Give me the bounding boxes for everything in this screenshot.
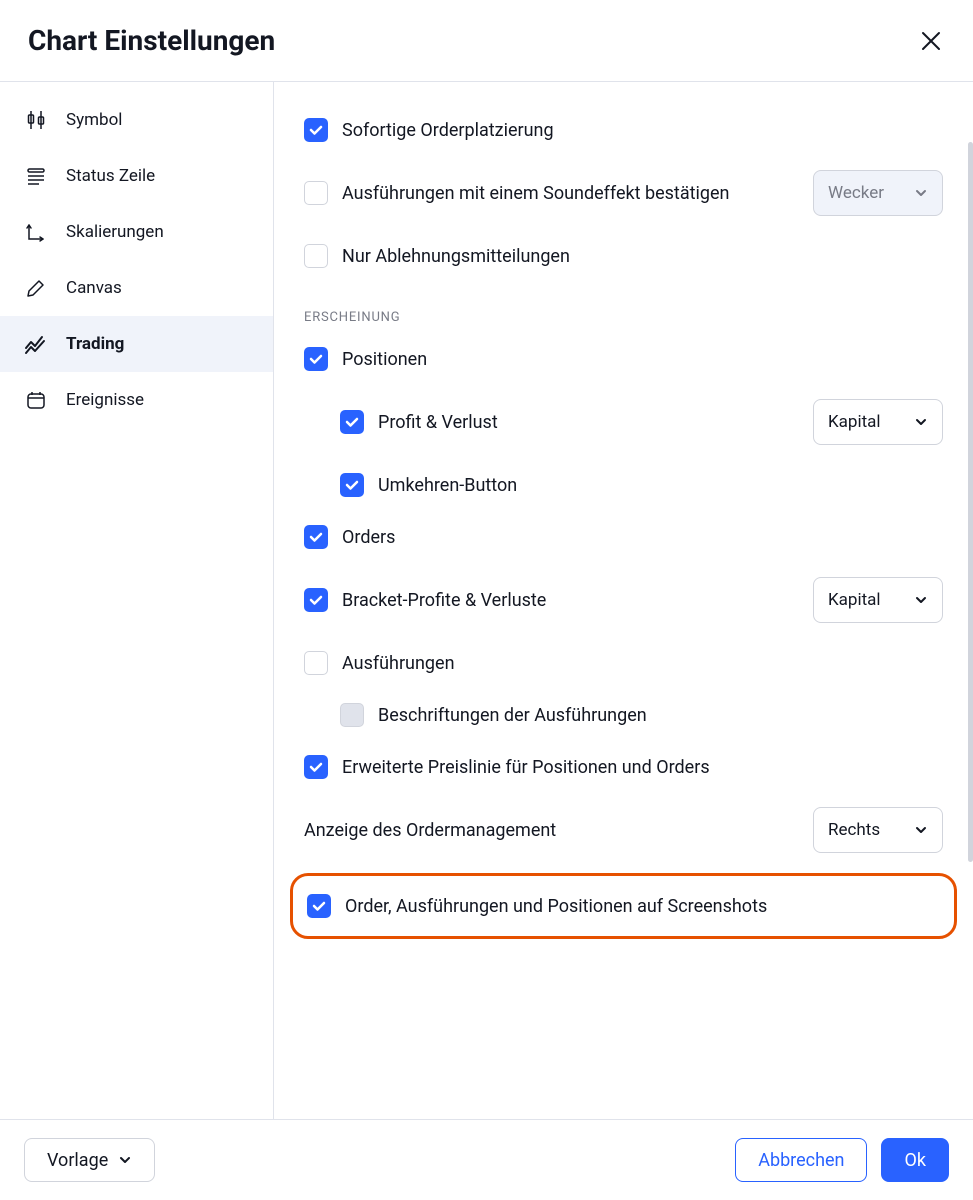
axes-icon <box>22 218 50 246</box>
close-button[interactable] <box>917 27 945 55</box>
lines-icon <box>22 162 50 190</box>
cancel-button[interactable]: Abbrechen <box>735 1138 867 1182</box>
close-icon <box>920 30 942 52</box>
chevron-down-icon <box>914 415 928 429</box>
label-executions: Ausführungen <box>342 653 455 674</box>
label-reverse-button: Umkehren-Button <box>378 475 517 496</box>
select-bracket[interactable]: Kapital <box>813 577 943 623</box>
pencil-icon <box>22 274 50 302</box>
checkbox-extended-priceline[interactable] <box>304 755 328 779</box>
ok-button[interactable]: Ok <box>881 1138 949 1182</box>
dialog-title: Chart Einstellungen <box>28 24 275 57</box>
label-orders-on-screenshots: Order, Ausführungen und Positionen auf S… <box>345 896 767 917</box>
chevron-down-icon <box>914 823 928 837</box>
sidebar-item-trading[interactable]: Trading <box>0 316 273 372</box>
checkbox-reverse-button[interactable] <box>340 473 364 497</box>
sidebar: Symbol Status Zeile Skalierungen <box>0 82 274 1119</box>
select-value: Rechts <box>828 820 880 840</box>
checkbox-positions[interactable] <box>304 347 328 371</box>
select-value: Kapital <box>828 412 881 432</box>
chevron-down-icon <box>118 1153 132 1167</box>
sidebar-item-label: Skalierungen <box>66 222 164 242</box>
checkbox-reject-only[interactable] <box>304 244 328 268</box>
template-label: Vorlage <box>47 1150 108 1171</box>
checkbox-execution-labels[interactable] <box>340 703 364 727</box>
select-value: Kapital <box>828 590 881 610</box>
label-order-management: Anzeige des Ordermanagement <box>304 820 556 841</box>
calendar-icon <box>22 386 50 414</box>
sidebar-item-status-line[interactable]: Status Zeile <box>0 148 273 204</box>
settings-panel: Sofortige Orderplatzierung Ausführungen … <box>274 82 973 1119</box>
highlighted-setting: Order, Ausführungen und Positionen auf S… <box>290 873 957 939</box>
label-instant-order: Sofortige Orderplatzierung <box>342 120 554 141</box>
label-reject-only: Nur Ablehnungsmitteilungen <box>342 246 570 267</box>
sidebar-item-events[interactable]: Ereignisse <box>0 372 273 428</box>
sidebar-item-label: Canvas <box>66 278 122 298</box>
checkbox-profit-loss[interactable] <box>340 410 364 434</box>
checkbox-bracket[interactable] <box>304 588 328 612</box>
chevron-down-icon <box>914 593 928 607</box>
checkbox-sound-confirm[interactable] <box>304 181 328 205</box>
checkbox-executions[interactable] <box>304 651 328 675</box>
chevron-down-icon <box>914 186 928 200</box>
label-bracket: Bracket-Profite & Verluste <box>342 590 546 611</box>
template-button[interactable]: Vorlage <box>24 1138 155 1182</box>
select-order-management[interactable]: Rechts <box>813 807 943 853</box>
checkbox-orders[interactable] <box>304 525 328 549</box>
sidebar-item-label: Symbol <box>66 110 122 130</box>
trading-icon <box>22 330 50 358</box>
scrollbar[interactable] <box>968 142 973 862</box>
candlestick-icon <box>22 106 50 134</box>
label-sound-confirm: Ausführungen mit einem Soundeffekt bestä… <box>342 183 729 204</box>
section-appearance: Erscheinung <box>304 310 943 325</box>
sidebar-item-label: Status Zeile <box>66 166 155 186</box>
checkbox-instant-order[interactable] <box>304 118 328 142</box>
select-value: Wecker <box>828 183 884 203</box>
label-extended-priceline: Erweiterte Preislinie für Positionen und… <box>342 757 710 778</box>
sidebar-item-symbol[interactable]: Symbol <box>0 92 273 148</box>
checkbox-orders-on-screenshots[interactable] <box>307 894 331 918</box>
sidebar-item-canvas[interactable]: Canvas <box>0 260 273 316</box>
select-profit-loss[interactable]: Kapital <box>813 399 943 445</box>
label-execution-labels: Beschriftungen der Ausführungen <box>378 705 647 726</box>
sidebar-item-scales[interactable]: Skalierungen <box>0 204 273 260</box>
sidebar-item-label: Ereignisse <box>66 390 144 410</box>
label-positions: Positionen <box>342 349 427 370</box>
label-orders: Orders <box>342 527 395 548</box>
label-profit-loss: Profit & Verlust <box>378 412 498 433</box>
sidebar-item-label: Trading <box>66 334 124 354</box>
select-sound[interactable]: Wecker <box>813 170 943 216</box>
